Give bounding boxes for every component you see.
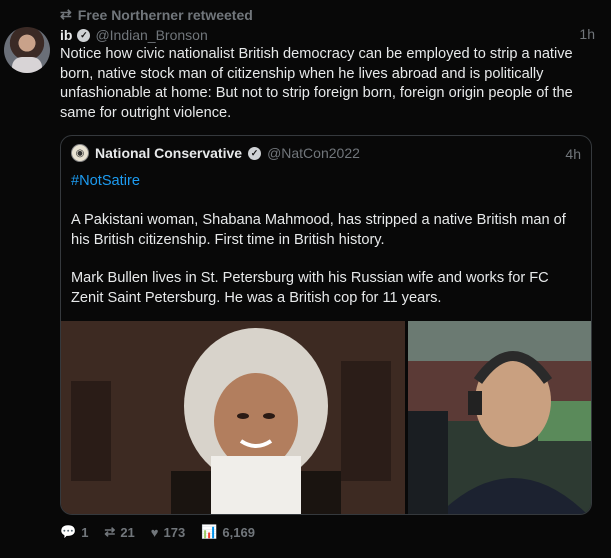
like-count: 173 — [163, 524, 186, 540]
retweet-button[interactable]: ⇄ 21 — [104, 524, 134, 540]
quote-author-name[interactable]: National Conservative — [95, 145, 242, 161]
hashtag-link[interactable]: #NotSatire — [71, 173, 140, 189]
retweet-icon: ⇄ — [104, 524, 116, 539]
verified-icon: ✓ — [248, 146, 262, 160]
photo-woman-in-wig[interactable] — [61, 321, 405, 514]
reply-icon: 💬 — [60, 524, 77, 539]
tweet-actions: 💬 1 ⇄ 21 ♥ 173 📊 6,169 — [60, 524, 255, 540]
quote-paragraph-2: Mark Bullen lives in St. Petersburg with… — [71, 270, 549, 306]
heart-icon: ♥ — [150, 524, 159, 540]
retweet-indicator: ⇄ Free Northerner retweeted — [60, 6, 253, 23]
views-button[interactable]: 📊 6,169 — [201, 524, 255, 540]
avatar[interactable] — [4, 27, 50, 73]
retweet-icon: ⇄ — [60, 6, 72, 22]
bar-chart-icon: 📊 — [201, 524, 218, 539]
photo-man-with-headset[interactable] — [408, 321, 591, 514]
view-count: 6,169 — [222, 524, 255, 540]
quote-time[interactable]: 4h — [565, 146, 581, 162]
retweet-count: 21 — [120, 524, 135, 540]
avatar-shirt — [12, 57, 42, 73]
reply-button[interactable]: 💬 1 — [60, 524, 88, 540]
verified-icon: ✓ — [77, 28, 91, 42]
quote-header: ◉ National Conservative ✓ @NatCon2022 — [71, 144, 360, 162]
quote-paragraph-1: A Pakistani woman, Shabana Mahmood, has … — [71, 212, 566, 248]
tweet-header: ib ✓ @Indian_Bronson — [60, 27, 208, 43]
natcon-logo-icon: ◉ — [71, 144, 89, 162]
quote-text: A Pakistani woman, Shabana Mahmood, has … — [71, 211, 581, 327]
author-name[interactable]: ib — [60, 27, 72, 43]
quote-author-handle[interactable]: @NatCon2022 — [267, 145, 360, 161]
author-handle[interactable]: @Indian_Bronson — [95, 27, 207, 43]
reply-count: 1 — [81, 524, 89, 540]
quoted-tweet[interactable]: ◉ National Conservative ✓ @NatCon2022 4h… — [60, 135, 592, 515]
retweet-text: Free Northerner retweeted — [77, 6, 253, 23]
like-button[interactable]: ♥ 173 — [151, 525, 185, 540]
tweet-text: Notice how civic nationalist British dem… — [60, 46, 573, 121]
tweet-time[interactable]: 1h — [579, 26, 595, 42]
